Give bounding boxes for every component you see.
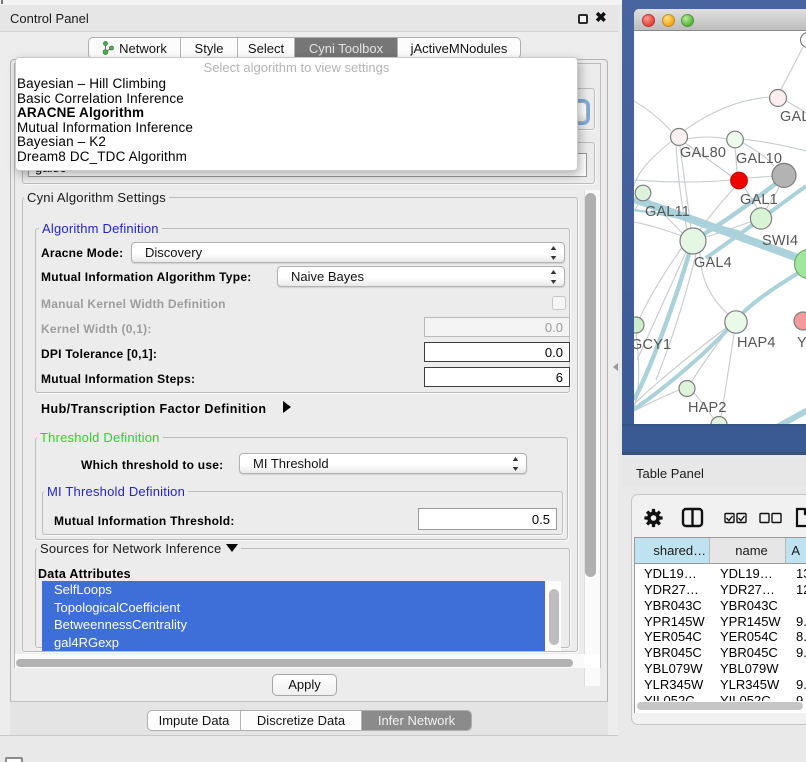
- svg-text:HAP2: HAP2: [688, 400, 727, 416]
- svg-text:GAL10: GAL10: [736, 151, 782, 167]
- svg-text:Y: Y: [797, 335, 806, 351]
- svg-text:HAP4: HAP4: [737, 335, 776, 351]
- svg-text:GAL80: GAL80: [680, 145, 726, 161]
- svg-text:GAL1: GAL1: [740, 192, 778, 208]
- svg-text:SWI4: SWI4: [762, 233, 798, 249]
- svg-text:GAL4: GAL4: [694, 255, 732, 271]
- svg-text:GAL11: GAL11: [645, 204, 690, 220]
- svg-text:GCY1: GCY1: [634, 337, 671, 353]
- svg-text:GAL: GAL: [780, 109, 806, 125]
